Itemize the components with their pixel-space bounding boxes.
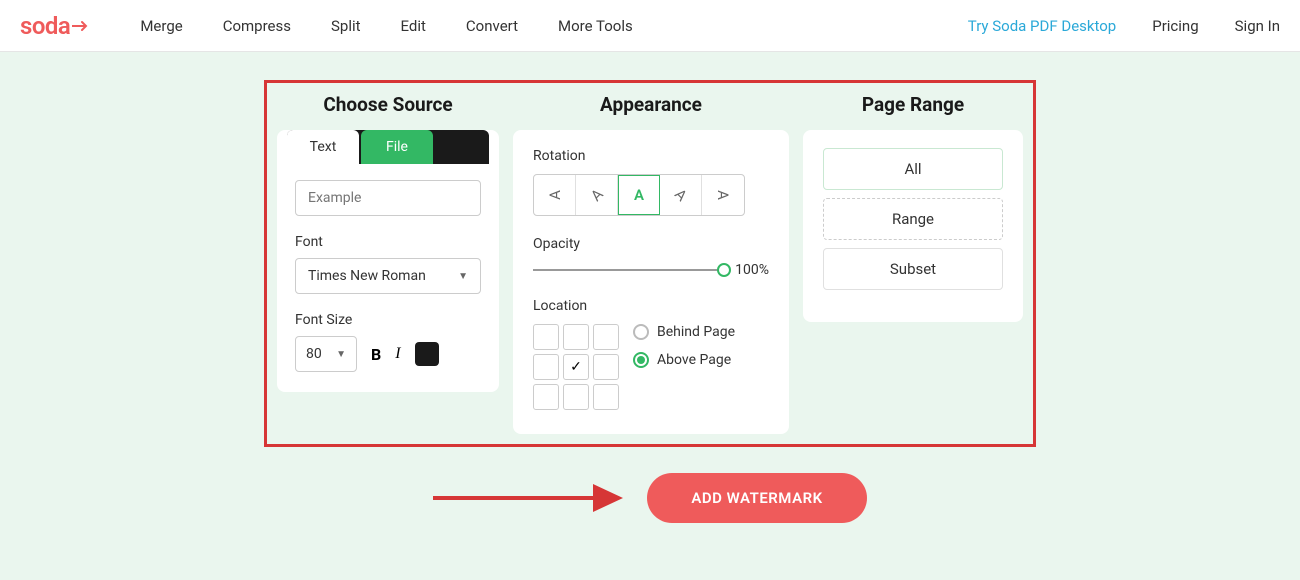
font-select[interactable]: Times New Roman ▼ — [295, 258, 481, 294]
cta-row: ADD WATERMARK — [433, 473, 866, 523]
logo[interactable]: soda — [20, 12, 90, 40]
location-grid: ✓ — [533, 324, 619, 410]
add-watermark-button[interactable]: ADD WATERMARK — [647, 473, 866, 523]
font-value: Times New Roman — [308, 268, 426, 284]
tab-file[interactable]: File — [361, 130, 433, 164]
logo-arrow-icon — [72, 20, 90, 32]
try-desktop-link[interactable]: Try Soda PDF Desktop — [968, 17, 1116, 35]
main-nav: Merge Compress Split Edit Convert More T… — [140, 17, 632, 35]
loc-bc[interactable] — [563, 384, 589, 410]
signin-link[interactable]: Sign In — [1235, 17, 1280, 35]
rotation-buttons: A A A A A — [533, 174, 745, 216]
source-tabs: Text File — [287, 130, 489, 164]
source-title: Choose Source — [277, 93, 499, 116]
nav-more[interactable]: More Tools — [558, 17, 633, 35]
font-size-label: Font Size — [295, 312, 481, 328]
rotation-right-45[interactable]: A — [660, 175, 702, 215]
tab-text[interactable]: Text — [287, 130, 359, 164]
chevron-down-icon: ▼ — [458, 271, 468, 282]
loc-mc[interactable]: ✓ — [563, 354, 589, 380]
rotation-left-90[interactable]: A — [534, 175, 576, 215]
nav-merge[interactable]: Merge — [140, 17, 182, 35]
watermark-text-input[interactable] — [295, 180, 481, 216]
source-column: Choose Source Text File Font Times New R… — [277, 93, 499, 434]
loc-br[interactable] — [593, 384, 619, 410]
color-picker[interactable] — [415, 342, 439, 366]
loc-ml[interactable] — [533, 354, 559, 380]
appearance-column: Appearance Rotation A A A A A Opacity — [513, 93, 789, 434]
opacity-value: 100% — [735, 262, 769, 278]
behind-label: Behind Page — [657, 324, 735, 340]
highlighted-panel-group: Choose Source Text File Font Times New R… — [264, 80, 1036, 447]
italic-button[interactable]: I — [395, 345, 400, 363]
bold-button[interactable]: B — [371, 345, 381, 364]
font-label: Font — [295, 234, 481, 250]
range-subset-button[interactable]: Subset — [823, 248, 1003, 290]
top-nav: soda Merge Compress Split Edit Convert M… — [0, 0, 1300, 52]
arrow-annotation-icon — [433, 490, 623, 506]
radio-behind[interactable]: Behind Page — [633, 324, 735, 340]
location-label: Location — [533, 298, 769, 314]
loc-mr[interactable] — [593, 354, 619, 380]
chevron-down-icon: ▼ — [336, 349, 346, 360]
radio-icon — [633, 324, 649, 340]
appearance-panel: Rotation A A A A A Opacity 100% — [513, 130, 789, 434]
rotation-none[interactable]: A — [618, 175, 660, 215]
loc-tc[interactable] — [563, 324, 589, 350]
range-all-button[interactable]: All — [823, 148, 1003, 190]
rotation-left-45[interactable]: A — [576, 175, 618, 215]
nav-edit[interactable]: Edit — [401, 17, 426, 35]
rotation-right-90[interactable]: A — [702, 175, 744, 215]
loc-tr[interactable] — [593, 324, 619, 350]
range-column: Page Range All Range Subset — [803, 93, 1023, 434]
rotation-label: Rotation — [533, 148, 769, 164]
layer-radios: Behind Page Above Page — [633, 324, 735, 368]
opacity-label: Opacity — [533, 236, 769, 252]
opacity-slider[interactable] — [533, 269, 725, 271]
main-content: Choose Source Text File Font Times New R… — [0, 52, 1300, 580]
loc-tl[interactable] — [533, 324, 559, 350]
radio-above[interactable]: Above Page — [633, 352, 735, 368]
font-size-select[interactable]: 80 ▼ — [295, 336, 357, 372]
nav-convert[interactable]: Convert — [466, 17, 518, 35]
header-right: Try Soda PDF Desktop Pricing Sign In — [968, 17, 1280, 35]
source-panel: Text File Font Times New Roman ▼ Font Si… — [277, 130, 499, 392]
appearance-title: Appearance — [513, 93, 789, 116]
pricing-link[interactable]: Pricing — [1152, 17, 1198, 35]
above-label: Above Page — [657, 352, 731, 368]
slider-thumb[interactable] — [717, 263, 731, 277]
logo-text: soda — [20, 12, 70, 40]
nav-compress[interactable]: Compress — [223, 17, 291, 35]
nav-split[interactable]: Split — [331, 17, 361, 35]
loc-bl[interactable] — [533, 384, 559, 410]
radio-icon-checked — [633, 352, 649, 368]
font-size-value: 80 — [306, 346, 322, 362]
range-range-button[interactable]: Range — [823, 198, 1003, 240]
range-panel: All Range Subset — [803, 130, 1023, 322]
range-title: Page Range — [803, 93, 1023, 116]
